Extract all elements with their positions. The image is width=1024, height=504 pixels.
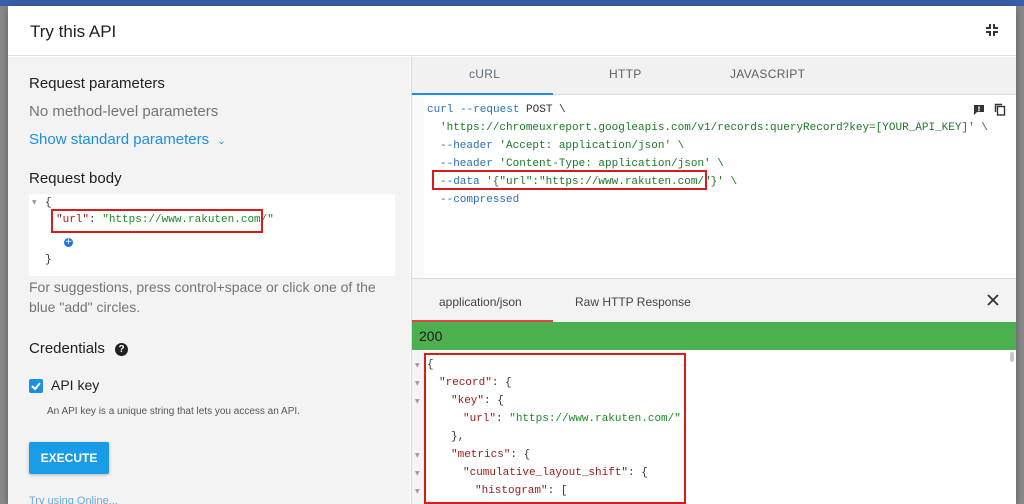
show-standard-label: Show standard parameters bbox=[29, 131, 210, 148]
help-icon[interactable]: ? bbox=[115, 343, 129, 356]
status-bar: 200 bbox=[412, 322, 1016, 350]
api-key-label: API key bbox=[51, 377, 100, 393]
highlight-box bbox=[424, 353, 686, 504]
suggestions-line-1: For suggestions, press control+space or … bbox=[29, 279, 376, 295]
curl-cmd: curl --request bbox=[427, 104, 520, 116]
fold-icon: ▼ bbox=[415, 362, 420, 369]
feedback-icon[interactable] bbox=[973, 103, 985, 121]
check-icon bbox=[31, 382, 41, 391]
suggestions-line-2: blue "add" circles. bbox=[29, 299, 141, 315]
fold-icon: ▼ bbox=[415, 380, 420, 387]
response-gutter: ▼ ▼ ▼ ▼ ▼ ▼ bbox=[412, 350, 424, 504]
show-standard-parameters-link[interactable]: Show standard parameters ⌄ bbox=[29, 131, 226, 148]
body-close-brace: } bbox=[45, 254, 52, 266]
add-circle-icon[interactable]: + bbox=[64, 238, 73, 247]
partial-footer-link[interactable]: Try using Online... bbox=[29, 495, 118, 504]
dialog-header: Try this API bbox=[8, 6, 1016, 56]
status-code: 200 bbox=[419, 328, 443, 344]
tab-curl[interactable]: cURL bbox=[469, 67, 500, 81]
dialog-title: Try this API bbox=[30, 22, 117, 41]
no-params-text: No method-level parameters bbox=[29, 103, 219, 120]
credentials-title: Credentials ? bbox=[29, 340, 129, 357]
api-key-checkbox[interactable] bbox=[29, 379, 43, 393]
request-body-title: Request body bbox=[29, 170, 122, 187]
body-open-brace: { bbox=[45, 197, 52, 209]
curl-line-6: --compressed bbox=[440, 194, 520, 206]
scrollbar[interactable] bbox=[1010, 352, 1014, 362]
code-panel: cURL HTTP JAVASCRIPT curl --request POST… bbox=[411, 57, 1016, 504]
fold-icon: ▼ bbox=[415, 488, 420, 495]
code-gutter bbox=[412, 95, 424, 278]
tab-javascript[interactable]: JAVASCRIPT bbox=[730, 67, 805, 81]
code-tabs: cURL HTTP JAVASCRIPT bbox=[412, 57, 1016, 95]
credentials-label: Credentials bbox=[29, 340, 105, 357]
request-parameters-title: Request parameters bbox=[29, 75, 165, 92]
editor-gutter: ▼ bbox=[29, 194, 43, 276]
curl-line-3: --header 'Accept: application/json' \ bbox=[440, 140, 684, 152]
curl-header-flag-2: --header bbox=[440, 158, 493, 170]
collapse-icon[interactable] bbox=[980, 18, 1004, 42]
curl-line-2: 'https://chromeuxreport.googleapis.com/v… bbox=[440, 122, 988, 134]
highlight-box bbox=[51, 209, 263, 233]
close-icon[interactable] bbox=[986, 293, 1000, 312]
fold-icon: ▼ bbox=[415, 470, 420, 477]
curl-code-block: curl --request POST \ 'https://chromeuxr… bbox=[412, 95, 1016, 278]
curl-header-val-1: 'Accept: application/json' \ bbox=[492, 140, 685, 152]
request-panel: Request parameters No method-level param… bbox=[8, 57, 410, 504]
curl-header-flag-1: --header bbox=[440, 140, 493, 152]
execute-button[interactable]: EXECUTE bbox=[29, 442, 109, 474]
curl-line-4: --header 'Content-Type: application/json… bbox=[440, 158, 724, 170]
curl-line-1: curl --request POST \ bbox=[427, 104, 566, 116]
response-body: ▼ ▼ ▼ ▼ ▼ ▼ { "record": { "key": { "url"… bbox=[412, 350, 1016, 504]
tab-raw-http-response[interactable]: Raw HTTP Response bbox=[575, 295, 691, 309]
tab-application-json[interactable]: application/json bbox=[439, 295, 522, 309]
highlight-box bbox=[432, 170, 707, 190]
tab-http[interactable]: HTTP bbox=[609, 67, 642, 81]
api-key-description: An API key is a unique string that lets … bbox=[47, 406, 300, 417]
try-api-dialog: Try this API Request parameters No metho… bbox=[8, 6, 1016, 504]
fold-icon: ▼ bbox=[415, 398, 420, 405]
fold-icon: ▼ bbox=[32, 199, 37, 206]
request-body-editor[interactable]: ▼ { "url": "https://www.rakuten.com/" + … bbox=[29, 194, 395, 276]
copy-icon[interactable] bbox=[994, 103, 1006, 121]
fold-icon: ▼ bbox=[415, 452, 420, 459]
curl-header-val-2: 'Content-Type: application/json' \ bbox=[492, 158, 724, 170]
response-tabs: application/json Raw HTTP Response bbox=[412, 278, 1016, 323]
curl-method: POST \ bbox=[519, 104, 566, 116]
chevron-down-icon: ⌄ bbox=[217, 136, 226, 147]
